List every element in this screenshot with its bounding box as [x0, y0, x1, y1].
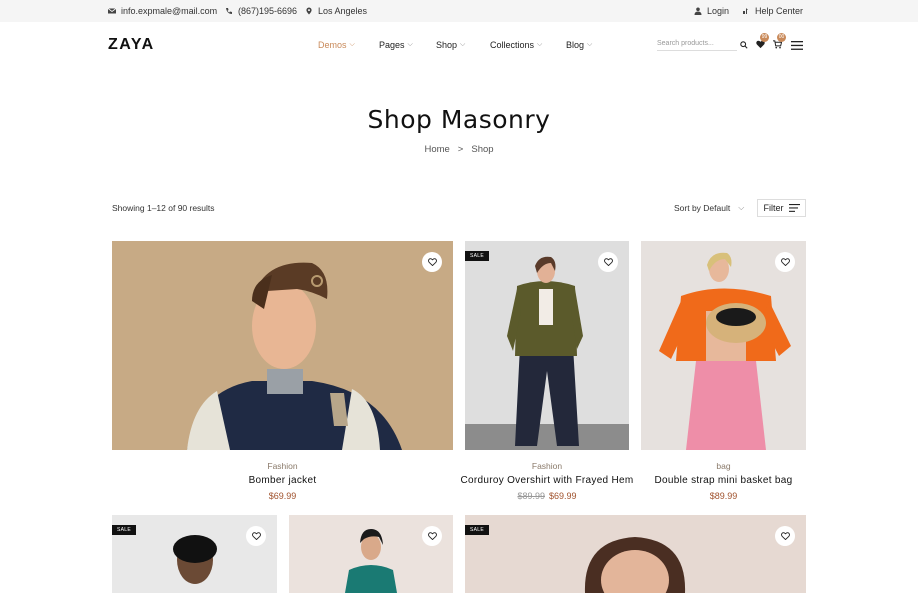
nav-shop[interactable]: Shop ⌵: [436, 40, 465, 50]
help-center-link[interactable]: Help Center: [742, 6, 803, 16]
heart-outline-icon: [603, 258, 613, 266]
product-category: bag: [716, 461, 731, 471]
sort-dropdown[interactable]: Sort by Default ⌵: [674, 203, 744, 213]
product-image-corduroy-overshirt[interactable]: SALE: [465, 241, 629, 450]
product-price: $69.99: [549, 491, 577, 501]
woman-basket-bag-photo: [641, 241, 806, 450]
heart-outline-icon: [780, 258, 790, 266]
phone-icon: [226, 8, 232, 14]
phone-info[interactable]: (867)195-6696: [225, 6, 297, 16]
phone-text: (867)195-6696: [238, 6, 298, 16]
filter-lines-icon: [788, 204, 800, 212]
product-image-row2-1[interactable]: SALE: [112, 515, 277, 593]
heart-outline-icon: [251, 532, 261, 540]
nav-shop-label: Shop: [436, 40, 458, 50]
product-category: Fashion: [531, 461, 563, 471]
sale-badge: SALE: [465, 525, 489, 535]
breadcrumb: Home > Shop: [0, 144, 918, 155]
product-name[interactable]: Double strap mini basket bag: [621, 475, 826, 486]
filter-button[interactable]: Filter: [757, 199, 806, 217]
heart-outline-icon: [427, 258, 437, 266]
boy-bomber-jacket-photo: [112, 241, 453, 450]
login-link[interactable]: Login: [694, 6, 729, 16]
wishlist-toggle-corduroy-overshirt[interactable]: [598, 252, 618, 272]
site-logo[interactable]: ZAYA: [108, 36, 155, 54]
product-image-bomber-jacket[interactable]: [112, 241, 453, 450]
breadcrumb-home[interactable]: Home: [424, 144, 449, 155]
wishlist-toggle-basket-bag[interactable]: [775, 252, 795, 272]
nav-collections[interactable]: Collections ⌵: [490, 40, 542, 50]
top-bar: info.expmale@mail.com (867)195-6696 Los …: [0, 0, 918, 22]
wishlist-toggle[interactable]: [422, 526, 442, 546]
location-info: Los Angeles: [305, 6, 367, 16]
location-pin-icon: [306, 7, 312, 15]
login-label: Login: [707, 6, 730, 16]
nav-blog-label: Blog: [566, 40, 585, 50]
user-icon: [694, 7, 702, 15]
cart-count-badge: 00: [777, 33, 786, 42]
chevron-down-icon: ⌵: [349, 41, 355, 48]
help-icon: [743, 8, 748, 14]
chevron-down-icon: ⌵: [537, 41, 543, 48]
chevron-down-icon: ⌵: [738, 203, 745, 212]
product-name[interactable]: Bomber jacket: [112, 475, 453, 486]
nav-pages[interactable]: Pages ⌵: [379, 40, 413, 50]
product-price: $89.99: [709, 491, 738, 501]
product-old-price: $89.99: [517, 491, 545, 501]
breadcrumb-current: Shop: [471, 144, 494, 155]
nav-demos[interactable]: Demos ⌵: [318, 40, 355, 50]
help-center-label: Help Center: [755, 6, 804, 16]
chevron-down-icon: ⌵: [460, 41, 466, 48]
search-input[interactable]: Search products...: [657, 37, 737, 51]
woman-portrait-photo: [465, 515, 806, 593]
hamburger-menu-icon[interactable]: [791, 41, 803, 50]
chevron-down-icon: ⌵: [587, 41, 593, 48]
page-title: Shop Masonry: [367, 105, 551, 134]
product-image-row2-2[interactable]: [289, 515, 453, 593]
email-text: info.expmale@mail.com: [121, 6, 218, 16]
heart-outline-icon: [427, 532, 437, 540]
mail-icon: [108, 8, 116, 14]
sale-badge: SALE: [112, 525, 136, 535]
email-info[interactable]: info.expmale@mail.com: [108, 6, 217, 16]
search-icon[interactable]: [740, 41, 748, 49]
main-header: ZAYA Demos ⌵ Pages ⌵ Shop ⌵ Collections ⌵ Bl…: [0, 22, 918, 70]
nav-pages-label: Pages: [379, 40, 405, 50]
woman-overshirt-photo: [465, 241, 629, 450]
wishlist-toggle[interactable]: [775, 526, 795, 546]
nav-collections-label: Collections: [490, 40, 535, 50]
product-price: $69.99: [268, 491, 297, 501]
chevron-down-icon: ⌵: [407, 41, 413, 48]
product-price-group: $89.99 $69.99: [465, 491, 629, 501]
results-count: Showing 1–12 of 90 results: [112, 203, 215, 213]
sort-label: Sort by Default: [674, 203, 731, 213]
filter-label: Filter: [763, 203, 784, 213]
heart-outline-icon: [780, 532, 790, 540]
breadcrumb-separator: >: [457, 144, 464, 155]
wishlist-toggle-bomber-jacket[interactable]: [422, 252, 442, 272]
product-image-basket-bag[interactable]: [641, 241, 806, 450]
wishlist-toggle[interactable]: [246, 526, 266, 546]
nav-demos-label: Demos: [318, 40, 347, 50]
sale-badge: SALE: [465, 251, 489, 261]
product-category: Fashion: [267, 461, 298, 471]
nav-blog[interactable]: Blog ⌵: [566, 40, 592, 50]
product-image-row2-3[interactable]: SALE: [465, 515, 806, 593]
location-text: Los Angeles: [318, 6, 368, 16]
wishlist-count-badge: 99: [760, 33, 769, 42]
